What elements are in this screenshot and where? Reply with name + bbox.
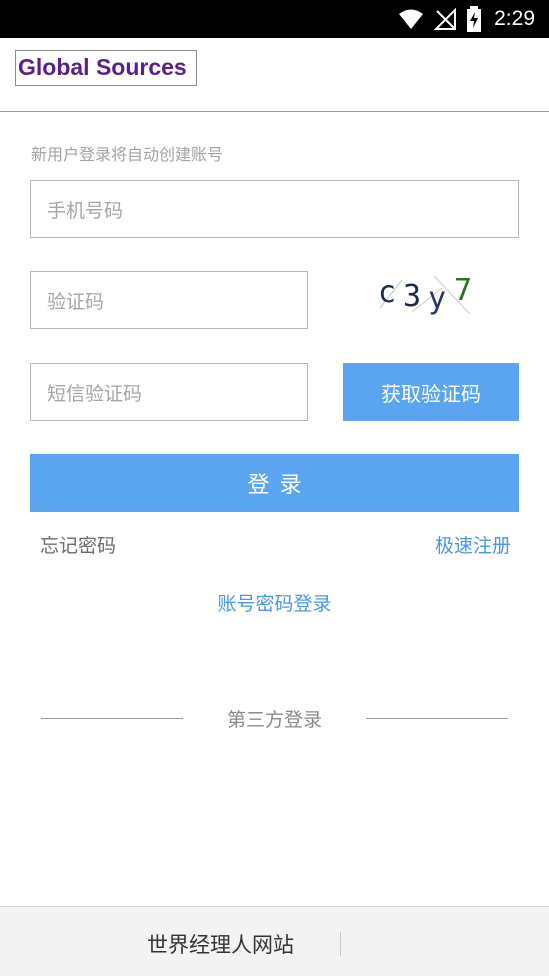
captcha-image[interactable]: c 3 y 7 [372, 268, 484, 320]
sms-code-placeholder: 短信验证码 [47, 382, 143, 405]
account-password-login-link: 账号密码登录 [0, 589, 549, 616]
battery-icon [467, 6, 482, 32]
sms-code-input[interactable]: 短信验证码 [30, 363, 308, 421]
quick-register-link[interactable]: 极速注册 [435, 531, 511, 558]
forgot-password-link[interactable]: 忘记密码 [40, 531, 116, 558]
get-verification-code-button[interactable]: 获取验证码 [343, 363, 519, 421]
status-icons: 2:29 [398, 6, 535, 32]
global-sources-logo[interactable]: Global Sources [15, 50, 197, 86]
divider-right [366, 718, 508, 719]
signal-icon [434, 8, 457, 30]
captcha-char-3: 3 [403, 279, 421, 314]
footer-separator [340, 932, 341, 956]
footer: 世界经理人网站 [0, 906, 549, 976]
captcha-placeholder: 验证码 [47, 290, 105, 313]
phone-number-input[interactable]: 手机号码 [30, 180, 519, 238]
new-user-hint: 新用户登录将自动创建账号 [31, 145, 224, 164]
status-bar: 2:29 [0, 0, 549, 38]
captcha-char-c: c [378, 275, 396, 310]
status-time: 2:29 [494, 7, 535, 30]
captcha-input[interactable]: 验证码 [30, 271, 308, 329]
captcha-char-y: y [428, 281, 446, 316]
captcha-char-7: 7 [454, 273, 472, 308]
world-managers-site-link[interactable]: 世界经理人网站 [147, 929, 294, 959]
account-password-login-text[interactable]: 账号密码登录 [217, 593, 331, 615]
phone-number-placeholder: 手机号码 [47, 199, 124, 222]
app-header: Global Sources [0, 38, 549, 112]
login-button[interactable]: 登录 [30, 454, 519, 512]
wifi-icon [399, 9, 424, 29]
third-party-login-text: 第三方登录 [226, 709, 322, 731]
